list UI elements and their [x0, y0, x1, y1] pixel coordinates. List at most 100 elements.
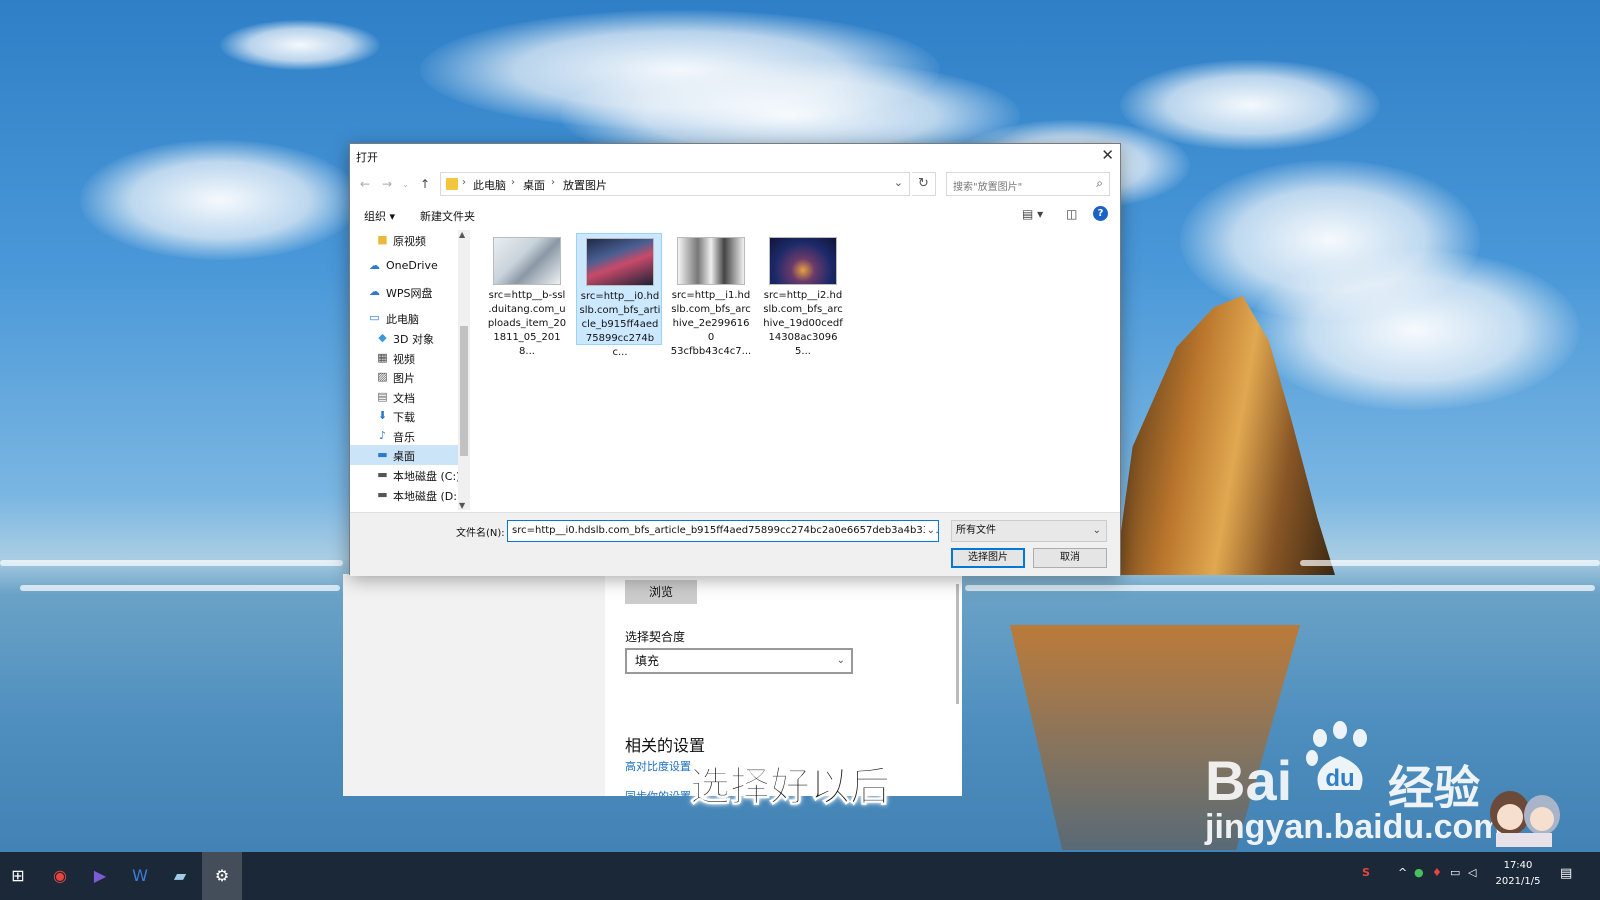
nav-item-3d-objects[interactable]: ◆ 3D 对象: [350, 328, 458, 348]
nav-label: 本地磁盘 (C:): [393, 470, 461, 483]
chevron-right-icon[interactable]: ›: [511, 177, 515, 188]
up-arrow-icon[interactable]: ↑: [420, 177, 430, 191]
nav-item-onedrive[interactable]: ☁ OneDrive: [350, 256, 458, 276]
show-hidden-icons-icon[interactable]: ^: [1398, 866, 1407, 879]
chevron-right-icon[interactable]: ›: [551, 177, 555, 188]
image-thumbnail: [493, 237, 561, 285]
new-folder-button[interactable]: 新建文件夹: [420, 208, 475, 224]
chrome-icon[interactable]: ◉: [46, 862, 74, 890]
settings-scrollbar[interactable]: [956, 584, 959, 704]
nav-label: 3D 对象: [393, 333, 434, 346]
volume-icon[interactable]: ◁: [1468, 866, 1476, 879]
related-settings-title: 相关的设置: [625, 736, 706, 755]
sync-settings-link[interactable]: 同步你的设置: [625, 788, 691, 796]
video-subtitle: 选择好以后: [690, 764, 891, 811]
nav-item-drive-c[interactable]: ▬ 本地磁盘 (C:): [350, 465, 461, 485]
back-arrow-icon[interactable]: ←: [360, 177, 370, 191]
file-name-line: hive_2e2996160: [672, 318, 750, 343]
settings-gear-icon[interactable]: ⚙: [202, 852, 242, 900]
windows-start-icon[interactable]: ⊞: [4, 862, 32, 890]
breadcrumb-current-folder[interactable]: 放置图片: [563, 177, 607, 193]
nav-label: 桌面: [393, 450, 415, 463]
dialog-title: 打开: [356, 151, 378, 164]
nav-label: 图片: [393, 372, 415, 385]
video-player-icon[interactable]: ▶: [86, 862, 114, 890]
nav-item-drive-d[interactable]: ▬ 本地磁盘 (D:): [350, 485, 461, 505]
action-center-icon[interactable]: ▤: [1560, 866, 1572, 881]
scroll-down-icon[interactable]: ▼: [459, 501, 465, 510]
scroll-up-icon[interactable]: ▲: [459, 230, 465, 239]
wechat-icon[interactable]: ●: [1414, 866, 1424, 879]
nav-item-this-pc[interactable]: ▭ 此电脑: [350, 308, 458, 328]
scrollbar-thumb[interactable]: [460, 326, 468, 456]
recent-dropdown-icon[interactable]: ⌄: [402, 180, 409, 189]
watermark-url: jingyan.baidu.com: [1205, 808, 1504, 846]
file-item[interactable]: src=http__i1.hd slb.com_bfs_arc hive_2e2…: [668, 233, 754, 357]
command-toolbar: 组织 ▾ 新建文件夹 ▤ ▾ ◫ ?: [350, 202, 1120, 228]
nav-item-source-videos[interactable]: ■ 原视频: [350, 230, 458, 250]
nav-item-downloads[interactable]: ⬇ 下载: [350, 406, 458, 426]
file-list: src=http__b-ssl .duitang.com_u ploads_it…: [476, 230, 1116, 510]
address-dropdown-icon[interactable]: ⌄: [894, 176, 903, 189]
network-icon[interactable]: ▭: [1450, 866, 1460, 879]
file-item-selected[interactable]: src=http__i0.hd slb.com_bfs_arti cle_b91…: [576, 233, 662, 358]
nav-item-desktop[interactable]: ▬ 桌面: [350, 445, 458, 465]
nav-label: 音乐: [393, 431, 415, 444]
file-name-line: hive_19d00cedf: [763, 318, 843, 329]
filename-input[interactable]: src=http__i0.hdslb.com_bfs_article_b915f…: [507, 520, 939, 542]
system-clock[interactable]: 17:40 2021/1/5: [1490, 858, 1546, 890]
download-icon: ⬇: [377, 409, 388, 422]
file-name-line: src=http__b-ssl: [488, 290, 566, 301]
chevron-down-icon: ⌄: [836, 655, 845, 666]
taskbar: ⊞ ◉ ▶ W ▰ ⚙ S ^ ● ♦ ▭ ◁ 17:40 2021/1/5 ▤: [0, 852, 1600, 900]
watermark-du-text: du: [1325, 765, 1354, 792]
nav-item-music[interactable]: ♪ 音乐: [350, 426, 458, 446]
nav-label: 原视频: [393, 235, 426, 248]
nav-item-pictures[interactable]: ▨ 图片: [350, 367, 458, 387]
breadcrumb-desktop[interactable]: 桌面: [523, 177, 545, 193]
breadcrumb-this-pc[interactable]: 此电脑: [473, 177, 506, 193]
organize-menu[interactable]: 组织 ▾: [364, 208, 395, 224]
notes-app-icon[interactable]: ▰: [166, 862, 194, 890]
drive-icon: ▬: [377, 488, 388, 501]
navigation-bar: ← → ⌄ ↑ › 此电脑 › 桌面 › 放置图片 ⌄ ↻ 搜索"放置图片" ⌕: [350, 170, 1120, 200]
file-item[interactable]: src=http__b-ssl .duitang.com_u ploads_it…: [484, 233, 570, 357]
chevron-down-icon[interactable]: ⌄: [924, 521, 935, 541]
file-name-line: slb.com_bfs_arc: [763, 304, 843, 315]
wps-icon[interactable]: W: [126, 862, 154, 890]
search-placeholder: 搜索"放置图片": [953, 182, 1023, 193]
cancel-button[interactable]: 取消: [1033, 548, 1107, 568]
image-thumbnail: [769, 237, 837, 285]
cloud-icon: ☁: [369, 259, 380, 272]
desktop-icon: ▬: [377, 448, 388, 461]
image-thumbnail: [677, 237, 745, 285]
nav-item-wps-drive[interactable]: ☁ WPS网盘: [350, 282, 458, 302]
help-icon[interactable]: ?: [1093, 206, 1108, 221]
forward-arrow-icon[interactable]: →: [382, 177, 392, 191]
sogou-input-icon[interactable]: S: [1362, 866, 1370, 879]
drive-icon: ▬: [377, 468, 388, 481]
address-bar[interactable]: › 此电脑 › 桌面 › 放置图片 ⌄: [440, 172, 910, 196]
preview-pane-icon[interactable]: ◫: [1066, 207, 1077, 221]
high-contrast-link[interactable]: 高对比度设置: [625, 758, 691, 774]
browse-button[interactable]: 浏览: [625, 580, 697, 604]
select-image-button[interactable]: 选择图片: [951, 548, 1025, 568]
close-icon[interactable]: ✕: [1101, 146, 1114, 164]
view-options-icon[interactable]: ▤ ▾: [1022, 207, 1043, 221]
folder-icon: ■: [377, 233, 388, 246]
paw-logo-icon: du: [1306, 721, 1367, 792]
navigation-scrollbar[interactable]: ▲ ▼: [458, 230, 470, 510]
fit-select[interactable]: 填充 ⌄: [625, 648, 853, 674]
antivirus-icon[interactable]: ♦: [1432, 866, 1442, 879]
nav-item-documents[interactable]: ▤ 文档: [350, 387, 458, 407]
nav-label: OneDrive: [386, 259, 438, 272]
file-item[interactable]: src=http__i2.hd slb.com_bfs_arc hive_19d…: [760, 233, 846, 357]
file-name-line: ploads_item_20: [487, 318, 567, 329]
mascot-image: [1490, 791, 1560, 847]
chevron-right-icon: ›: [462, 177, 466, 188]
file-type-select[interactable]: 所有文件 ⌄: [951, 520, 1107, 542]
refresh-icon[interactable]: ↻: [912, 172, 936, 196]
nav-item-videos[interactable]: ▦ 视频: [350, 348, 458, 368]
nav-label: WPS网盘: [386, 287, 433, 300]
search-box[interactable]: 搜索"放置图片" ⌕: [946, 172, 1110, 196]
